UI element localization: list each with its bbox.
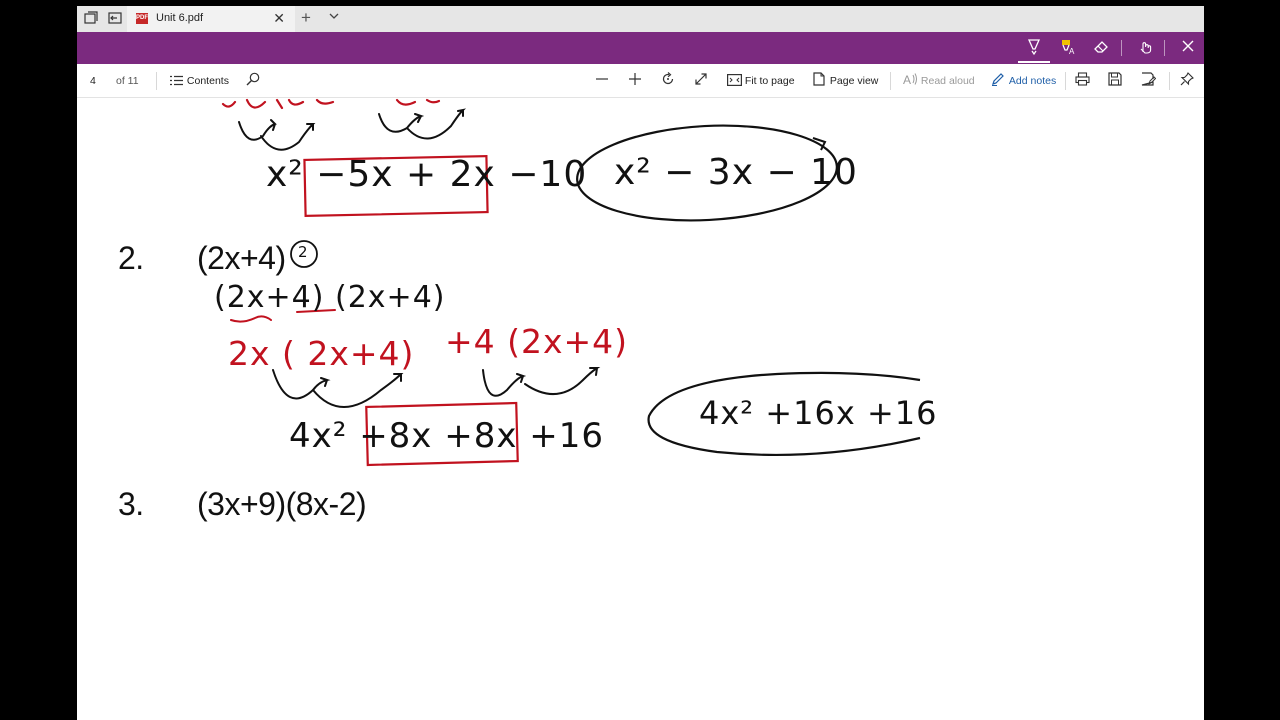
fit-to-page-button[interactable]: Fit to page	[726, 72, 795, 90]
ballpoint-pen-icon[interactable]	[1018, 38, 1050, 63]
pdf-file-icon: PDF	[136, 13, 148, 24]
eraser-icon[interactable]	[1090, 38, 1112, 58]
plus-icon	[627, 72, 643, 90]
svg-text:A: A	[903, 73, 911, 86]
read-aloud-icon: A	[902, 72, 918, 90]
tab-title: Unit 6.pdf	[156, 12, 204, 24]
edge-pdf-window: PDF Unit 6.pdf ✕ + A 4 of 11 Contents Fi…	[77, 6, 1204, 720]
toolbar-divider	[156, 72, 157, 90]
zoom-in-button[interactable]	[627, 72, 643, 90]
svg-text:A: A	[1069, 47, 1075, 56]
save-icon	[1107, 72, 1123, 90]
set-aside-tabs-icon[interactable]	[107, 11, 123, 27]
pin-icon	[1179, 72, 1195, 90]
save-as-icon	[1140, 72, 1156, 90]
toolbar-divider	[1169, 72, 1170, 90]
fit-to-page-icon	[726, 72, 742, 90]
p2-expr: (2x+4)	[197, 240, 286, 276]
add-notes-button[interactable]: Add notes	[990, 72, 1056, 90]
page-total: of 11	[116, 75, 139, 87]
highlighter-icon[interactable]: A	[1057, 38, 1079, 58]
ink-toolbar: A	[77, 32, 1204, 64]
search-button[interactable]	[245, 72, 261, 90]
p3-expr: (3x+9)(8x-2)	[197, 486, 367, 522]
pin-toolbar-button[interactable]	[1179, 72, 1195, 90]
contents-list-icon	[168, 72, 184, 90]
close-icon[interactable]	[1177, 38, 1199, 58]
touch-writing-icon[interactable]	[1134, 38, 1156, 58]
new-tab-icon[interactable]: +	[301, 8, 311, 28]
minus-icon	[594, 72, 610, 90]
p2-exponent: 2	[298, 243, 308, 261]
save-as-button[interactable]	[1140, 72, 1156, 90]
save-button[interactable]	[1107, 72, 1123, 90]
pdf-page: x² −5x + 2x −10 x² − 3x − 10 2. (2x+4) 2…	[77, 98, 1204, 720]
zoom-out-button[interactable]	[594, 72, 610, 90]
p2-expanded: (2x+4) (2x+4)	[214, 280, 446, 315]
page-view-button[interactable]: Page view	[811, 72, 878, 90]
p3-number: 3.	[118, 486, 144, 522]
search-icon	[245, 72, 261, 90]
read-aloud-button[interactable]: A Read aloud	[902, 72, 975, 90]
ink-toolbar-divider	[1164, 40, 1165, 56]
page-number-input[interactable]: 4	[82, 70, 106, 91]
rotate-button[interactable]	[660, 72, 676, 90]
p2-work-line: 4x² +8x +8x +16	[289, 416, 605, 456]
tab-list-chevron-icon[interactable]	[328, 10, 340, 25]
contents-button[interactable]: Contents	[168, 72, 229, 90]
ink-toolbar-divider	[1121, 40, 1122, 56]
p1-work-line: x² −5x + 2x −10	[266, 154, 588, 195]
print-icon	[1074, 72, 1090, 90]
tab-unit6[interactable]: PDF Unit 6.pdf ✕	[127, 6, 295, 32]
expand-icon	[693, 72, 709, 90]
p1-answer: x² − 3x − 10	[614, 152, 858, 193]
p2-distribute-a: 2x ( 2x+4)	[228, 334, 415, 373]
rotate-icon	[660, 72, 676, 90]
reader-toolbar: 4 of 11 Contents Fit to page Page view A…	[77, 64, 1204, 98]
close-tab-icon[interactable]: ✕	[273, 10, 285, 27]
pen-icon	[990, 72, 1006, 90]
print-button[interactable]	[1074, 72, 1090, 90]
full-screen-button[interactable]	[693, 72, 709, 90]
tab-bar: PDF Unit 6.pdf ✕ +	[77, 6, 1204, 32]
p2-distribute-b: +4 (2x+4)	[445, 322, 629, 361]
toolbar-divider	[1065, 72, 1066, 90]
p2-answer: 4x² +16x +16	[699, 394, 938, 432]
toolbar-divider	[890, 72, 891, 90]
page-view-icon	[811, 72, 827, 90]
p2-number: 2.	[118, 240, 144, 276]
tab-preview-icon[interactable]	[83, 11, 99, 27]
